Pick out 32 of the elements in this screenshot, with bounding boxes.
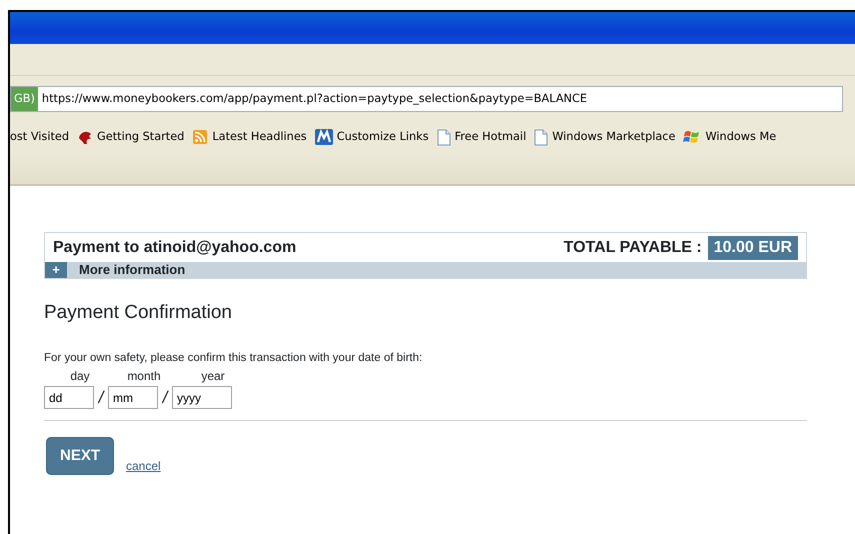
total-amount: 10.00 EUR [708,236,798,260]
date-input-field[interactable]: yyyy [172,386,232,409]
url-text: https://www.moneybookers.com/app/payment.pl?action=paytype_selection&paytype=BALANCE [40,90,588,107]
payee-text: Payment to atinoid@yahoo.com [53,238,296,258]
bookmark-item[interactable]: Free Hotmail [436,128,526,146]
more-information-link[interactable]: More information [79,260,186,280]
bookmark-item[interactable]: Latest Headlines [192,128,307,146]
total-label: TOTAL PAYABLE : [564,238,702,258]
date-input-field[interactable]: dd [44,386,94,409]
page-icon [436,128,451,146]
next-button[interactable]: NEXT [46,437,114,476]
page-icon [534,128,548,146]
bookmark-item[interactable]: Windows Marketplace [534,128,676,146]
address-bar[interactable]: GB) https://www.moneybookers.com/app/payment.pl?action=paytype_selection&paytype=BALANCE [10,86,843,112]
expand-toggle[interactable]: + [45,262,67,278]
bookmark-item[interactable]: Getting Started [77,128,184,146]
page-heading: Payment Confirmation [44,301,233,325]
bird-icon [77,129,94,145]
windows-flag-icon [683,129,702,145]
cancel-link[interactable]: cancel [126,457,161,476]
tile-icon [314,129,333,145]
date-separator: / [96,386,106,409]
date-part-label: day [69,368,91,385]
bookmark-item[interactable]: Windows Me [683,128,776,146]
date-part-label: year [200,368,226,385]
bookmark-item[interactable]: Customize Links [314,128,429,146]
feed-icon [192,129,208,145]
instruction-text: For your own safety, please confirm this transaction with your date of birth: [44,350,424,366]
date-input-field[interactable]: mm [108,386,158,409]
date-separator: / [160,386,170,409]
bookmark-item[interactable]: ost Visited [10,128,70,146]
date-part-label: month [126,368,162,385]
